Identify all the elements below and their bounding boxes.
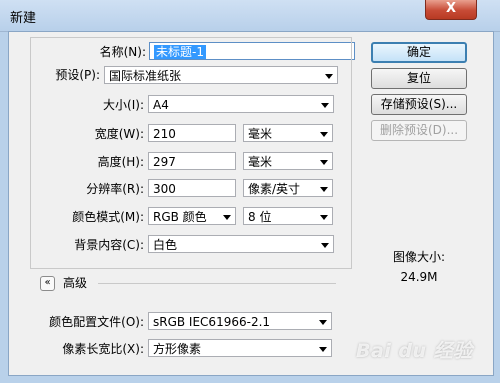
close-icon: X — [445, 1, 457, 16]
chevron-down-icon — [321, 103, 329, 108]
advanced-toggle-button[interactable]: « — [40, 276, 55, 291]
chevron-down-icon — [320, 160, 328, 165]
chevron-down-icon — [320, 187, 328, 192]
height-unit-select[interactable]: 毫米 — [243, 152, 333, 170]
pixel-aspect-select[interactable]: 方形像素 — [148, 339, 332, 357]
advanced-label: 高级 — [63, 276, 88, 290]
height-input[interactable]: 297 — [148, 152, 236, 170]
size-label: 大小(I): — [103, 98, 144, 112]
advanced-divider — [98, 283, 336, 284]
width-value: 210 — [153, 127, 176, 141]
background-value: 白色 — [153, 238, 178, 252]
resolution-unit-value: 像素/英寸 — [248, 182, 301, 196]
color-mode-label: 颜色模式(M): — [72, 210, 144, 224]
watermark-logo: Bai du 经验 — [356, 340, 473, 362]
height-label: 高度(H): — [97, 155, 144, 169]
preset-label: 预设(P): — [55, 68, 100, 82]
color-mode-value: RGB 颜色 — [153, 210, 207, 224]
preset-select[interactable]: 国际标准纸张 — [104, 66, 338, 84]
height-unit-value: 毫米 — [248, 155, 273, 169]
height-value: 297 — [153, 155, 176, 169]
resolution-value: 300 — [153, 182, 176, 196]
save-preset-button[interactable]: 存储预设(S)... — [371, 94, 467, 115]
close-button[interactable]: X — [425, 0, 477, 20]
pixel-aspect-value: 方形像素 — [153, 342, 202, 356]
chevron-down-icon — [319, 320, 327, 325]
background-label: 背景内容(C): — [74, 238, 144, 252]
preset-value: 国际标准纸张 — [109, 69, 182, 83]
size-select[interactable]: A4 — [148, 95, 334, 113]
image-size-value: 24.9M — [400, 270, 438, 284]
chevron-down-icon — [325, 74, 333, 79]
ok-button[interactable]: 确定 — [371, 42, 467, 63]
image-size-label: 图像大小: — [392, 250, 446, 264]
reset-button[interactable]: 复位 — [371, 68, 467, 89]
title-bar: 新建 X — [0, 0, 500, 32]
color-profile-value: sRGB IEC61966-2.1 — [153, 315, 271, 329]
background-select[interactable]: 白色 — [148, 235, 334, 253]
color-profile-label: 颜色配置文件(O): — [49, 315, 144, 329]
collapse-icon: « — [44, 277, 51, 288]
size-value: A4 — [153, 98, 169, 112]
delete-preset-button: 删除预设(D)... — [371, 120, 467, 141]
color-mode-select[interactable]: RGB 颜色 — [148, 207, 236, 225]
chevron-down-icon — [320, 132, 328, 137]
width-input[interactable]: 210 — [148, 124, 236, 142]
resolution-label: 分辨率(R): — [86, 182, 144, 196]
width-unit-value: 毫米 — [248, 127, 273, 141]
bit-depth-select[interactable]: 8 位 — [243, 207, 333, 225]
chevron-down-icon — [319, 347, 327, 352]
pixel-aspect-label: 像素长宽比(X): — [62, 342, 144, 356]
width-unit-select[interactable]: 毫米 — [243, 124, 333, 142]
color-profile-select[interactable]: sRGB IEC61966-2.1 — [148, 312, 332, 330]
chevron-down-icon — [223, 215, 231, 220]
bit-depth-value: 8 位 — [248, 210, 272, 224]
resolution-unit-select[interactable]: 像素/英寸 — [243, 179, 333, 197]
chevron-down-icon — [321, 243, 329, 248]
chevron-down-icon — [320, 215, 328, 220]
resolution-input[interactable]: 300 — [148, 179, 236, 197]
width-label: 宽度(W): — [94, 127, 144, 141]
window-title: 新建 — [10, 11, 37, 26]
